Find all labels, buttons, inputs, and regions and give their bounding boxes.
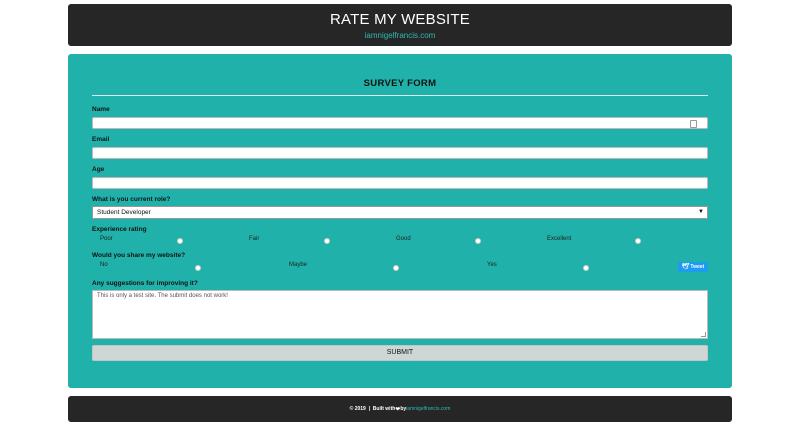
experience-option-fair: Fair xyxy=(249,236,260,242)
resize-handle[interactable] xyxy=(701,332,706,337)
twitter-bird-icon: 🕊 xyxy=(681,264,690,270)
share-option-yes: Yes xyxy=(487,262,497,268)
suggestions-label: Any suggestions for improving it? xyxy=(92,280,198,287)
dropdown-arrow-icon: ▼ xyxy=(698,209,704,215)
experience-radio-good[interactable] xyxy=(475,238,481,244)
role-select[interactable]: Student Developer ▼ xyxy=(92,206,708,219)
site-subtitle-link[interactable]: iamnigelfrancis.com xyxy=(68,31,732,41)
suggestions-textarea[interactable]: This is only a test site. The submit doe… xyxy=(92,290,708,339)
site-header: RATE MY WEBSITE iamnigelfrancis.com xyxy=(68,4,732,46)
tweet-button[interactable]: 🕊 Tweet xyxy=(678,262,708,272)
tweet-label: Tweet xyxy=(690,264,705,270)
title-divider xyxy=(92,95,708,96)
experience-radio-poor[interactable] xyxy=(177,238,183,244)
site-footer: © 2019 | Built with ❤ by iamnigelfrancis… xyxy=(68,396,732,422)
role-label: What is you current role? xyxy=(92,196,171,203)
field-fill-icon[interactable] xyxy=(690,120,697,128)
name-label: Name xyxy=(92,106,110,113)
footer-link[interactable]: iamnigelfrancis.com xyxy=(406,406,450,412)
submit-button[interactable]: SUBMIT xyxy=(92,345,708,361)
footer-copyright: © 2019 | Built with xyxy=(349,406,396,412)
email-label: Email xyxy=(92,136,110,143)
site-title: RATE MY WEBSITE xyxy=(330,11,470,28)
name-field[interactable] xyxy=(92,117,708,129)
age-label: Age xyxy=(92,166,105,173)
share-radio-maybe[interactable] xyxy=(393,265,399,271)
share-option-maybe: Maybe xyxy=(289,262,308,268)
email-field[interactable] xyxy=(92,147,708,159)
role-selected-value: Student Developer xyxy=(97,209,151,216)
share-label: Would you share my website? xyxy=(92,252,186,259)
experience-radio-excellent[interactable] xyxy=(635,238,641,244)
age-field[interactable] xyxy=(92,177,708,189)
form-title: SURVEY FORM xyxy=(363,78,437,89)
survey-card: SURVEY FORM Name Email Age What is you c… xyxy=(68,54,732,388)
experience-radio-fair[interactable] xyxy=(324,238,330,244)
experience-option-poor: Poor xyxy=(100,236,113,242)
suggestions-placeholder: This is only a test site. The submit doe… xyxy=(97,293,228,299)
share-radio-yes[interactable] xyxy=(583,265,589,271)
experience-option-excellent: Excellent xyxy=(547,236,572,242)
share-radio-no[interactable] xyxy=(195,265,201,271)
experience-label: Experience rating xyxy=(92,226,147,233)
experience-option-good: Good xyxy=(396,236,411,242)
share-option-no: No xyxy=(100,262,108,268)
